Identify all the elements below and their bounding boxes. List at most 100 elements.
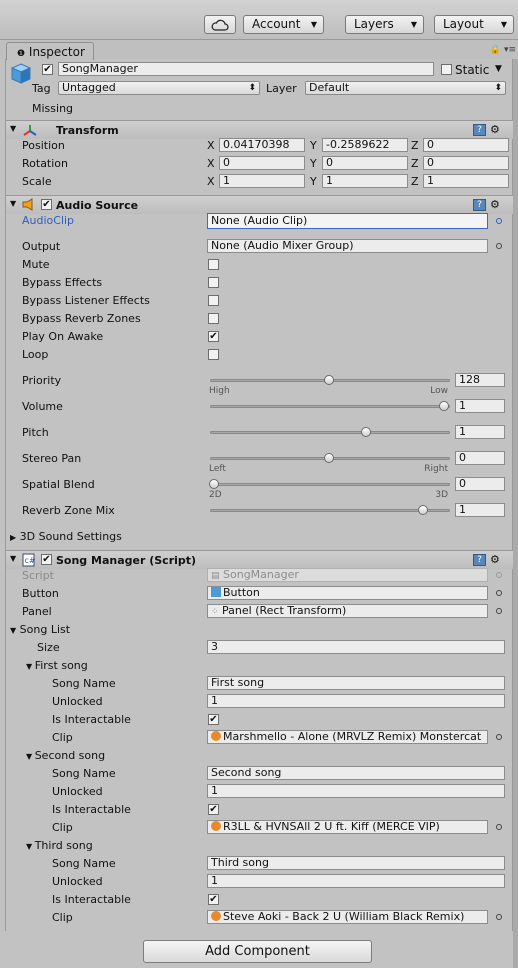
object-picker-icon[interactable] xyxy=(496,914,502,920)
spatial-blend-value[interactable]: 0 xyxy=(455,477,505,491)
layers-label: Layers xyxy=(354,17,394,31)
tab-menu[interactable]: 🔒 ▾≡ xyxy=(490,45,516,55)
is-interactable-checkbox[interactable]: ✔ xyxy=(208,804,219,815)
transform-y-field[interactable]: 0 xyxy=(322,156,408,170)
object-picker-icon[interactable] xyxy=(496,218,502,224)
object-picker-icon[interactable] xyxy=(496,590,502,596)
script-field: ▤ SongManager xyxy=(207,568,488,582)
pitch-thumb[interactable] xyxy=(360,427,371,437)
transform-z-field[interactable]: 0 xyxy=(423,156,509,170)
song-name-field[interactable]: Third song xyxy=(207,856,505,870)
song-list-foldout[interactable]: ▼ Song List xyxy=(10,623,70,636)
object-picker-icon[interactable] xyxy=(496,608,502,614)
song-foldout[interactable]: ▼ Second song xyxy=(26,749,105,762)
transform-y-field[interactable]: 1 xyxy=(322,174,408,188)
tag-dropdown[interactable]: Untagged ⬍ xyxy=(58,81,260,95)
axis-label: Z xyxy=(411,175,419,188)
gear-icon[interactable]: ⚙ xyxy=(490,198,500,211)
stereo-pan-value[interactable]: 0 xyxy=(455,451,505,465)
volume-value[interactable]: 1 xyxy=(455,399,505,413)
svg-text:c#: c# xyxy=(25,556,36,565)
add-component-button[interactable]: Add Component xyxy=(143,940,372,963)
fold-arrow-icon[interactable]: ▼ xyxy=(10,199,16,208)
clip-field[interactable]: Steve Aoki - Back 2 U (William Black Rem… xyxy=(207,910,488,924)
scrollbar[interactable] xyxy=(513,59,518,968)
song-name-field[interactable]: Second song xyxy=(207,766,505,780)
is-interactable-checkbox[interactable]: ✔ xyxy=(208,714,219,725)
layout-dropdown[interactable]: Layout ▼ xyxy=(434,15,514,34)
pitch-value[interactable]: 1 xyxy=(455,425,505,439)
stereo-pan-thumb[interactable] xyxy=(324,453,334,463)
size-field[interactable]: 3 xyxy=(207,640,505,654)
info-icon: ❶ xyxy=(17,49,26,59)
help-icon[interactable]: ? xyxy=(473,554,486,566)
tab-inspector[interactable]: ❶ Inspector xyxy=(6,42,94,60)
volume-track[interactable] xyxy=(210,405,450,408)
slider-min-label: High xyxy=(209,386,230,396)
gear-icon[interactable]: ⚙ xyxy=(490,553,500,566)
transform-x-field[interactable]: 1 xyxy=(219,174,305,188)
transform-header[interactable]: ▼ Transform ? ⚙ xyxy=(6,120,513,139)
audio-toggle-checkbox[interactable] xyxy=(208,349,219,360)
song-manager-enabled-checkbox[interactable]: ✔ xyxy=(41,554,52,565)
transform-y-field[interactable]: -0.2589622 xyxy=(322,138,408,152)
static-dropdown-icon[interactable]: ▼ xyxy=(495,64,502,74)
cube-icon xyxy=(211,587,221,597)
button-field[interactable]: Button xyxy=(207,586,488,600)
spatial-blend-track[interactable] xyxy=(210,483,450,486)
clip-field[interactable]: R3LL & HVNSAll 2 U ft. Kiff (MERCE VIP) xyxy=(207,820,488,834)
layers-dropdown[interactable]: Layers ▼ xyxy=(345,15,424,34)
audio-source-enabled-checkbox[interactable]: ✔ xyxy=(41,199,52,210)
priority-value[interactable]: 128 xyxy=(455,373,505,387)
unlocked-field[interactable]: 1 xyxy=(207,784,505,798)
transform-z-field[interactable]: 1 xyxy=(423,174,509,188)
help-icon[interactable]: ? xyxy=(473,124,486,136)
gear-icon[interactable]: ⚙ xyxy=(490,123,500,136)
song-name-field[interactable]: First song xyxy=(207,676,505,690)
transform-x-field[interactable]: 0 xyxy=(219,156,305,170)
reverb-zone-mix-value[interactable]: 1 xyxy=(455,503,505,517)
output-field[interactable]: None (Audio Mixer Group) xyxy=(207,239,488,253)
transform-x-field[interactable]: 0.04170398 xyxy=(219,138,305,152)
pitch-track[interactable] xyxy=(210,431,450,434)
volume-thumb[interactable] xyxy=(439,401,449,411)
account-label: Account xyxy=(252,17,301,31)
cloud-button[interactable] xyxy=(204,15,236,34)
transform-z-field[interactable]: 0 xyxy=(423,138,509,152)
clip-label: Clip xyxy=(52,911,73,924)
layer-dropdown[interactable]: Default ⬍ xyxy=(305,81,506,95)
static-checkbox[interactable] xyxy=(441,64,452,75)
song-manager-header[interactable]: ▼ c# ✔ Song Manager (Script) ? ⚙ xyxy=(6,550,513,569)
clip-field[interactable]: Marshmello - Alone (MRVLZ Remix) Monster… xyxy=(207,730,488,744)
spatial-blend-thumb[interactable] xyxy=(209,479,219,489)
audio-toggle-checkbox[interactable] xyxy=(208,259,219,270)
is-interactable-checkbox[interactable]: ✔ xyxy=(208,894,219,905)
object-picker-icon[interactable] xyxy=(496,243,502,249)
layer-value: Default xyxy=(309,81,350,94)
transform-row-label: Position xyxy=(22,139,65,152)
fold-arrow-icon[interactable]: ▼ xyxy=(10,554,16,563)
sound-settings-foldout[interactable]: ▶ 3D Sound Settings xyxy=(10,530,122,543)
active-checkbox[interactable]: ✔ xyxy=(42,64,53,75)
song-foldout[interactable]: ▼ Third song xyxy=(26,839,93,852)
fold-arrow-icon: ▼ xyxy=(10,626,17,635)
object-name-field[interactable]: SongManager xyxy=(58,62,434,76)
slider-min-label: Left xyxy=(209,464,226,474)
help-icon[interactable]: ? xyxy=(473,199,486,211)
audioclip-field[interactable]: None (Audio Clip) xyxy=(207,213,488,229)
priority-thumb[interactable] xyxy=(324,375,334,385)
audio-toggle-checkbox[interactable] xyxy=(208,313,219,324)
fold-arrow-icon[interactable]: ▼ xyxy=(10,124,16,133)
reverb-zone-mix-track[interactable] xyxy=(210,509,450,512)
audio-source-header[interactable]: ▼ ✔ Audio Source ? ⚙ xyxy=(6,195,513,214)
object-picker-icon[interactable] xyxy=(496,734,502,740)
panel-field[interactable]: ⁘ Panel (Rect Transform) xyxy=(207,604,488,618)
audio-toggle-checkbox[interactable] xyxy=(208,295,219,306)
account-dropdown[interactable]: Account ▼ xyxy=(243,15,324,34)
audio-toggle-checkbox[interactable] xyxy=(208,277,219,288)
audio-toggle-checkbox[interactable]: ✔ xyxy=(208,331,219,342)
unlocked-field[interactable]: 1 xyxy=(207,874,505,888)
object-picker-icon[interactable] xyxy=(496,824,502,830)
song-foldout[interactable]: ▼ First song xyxy=(26,659,88,672)
unlocked-field[interactable]: 1 xyxy=(207,694,505,708)
